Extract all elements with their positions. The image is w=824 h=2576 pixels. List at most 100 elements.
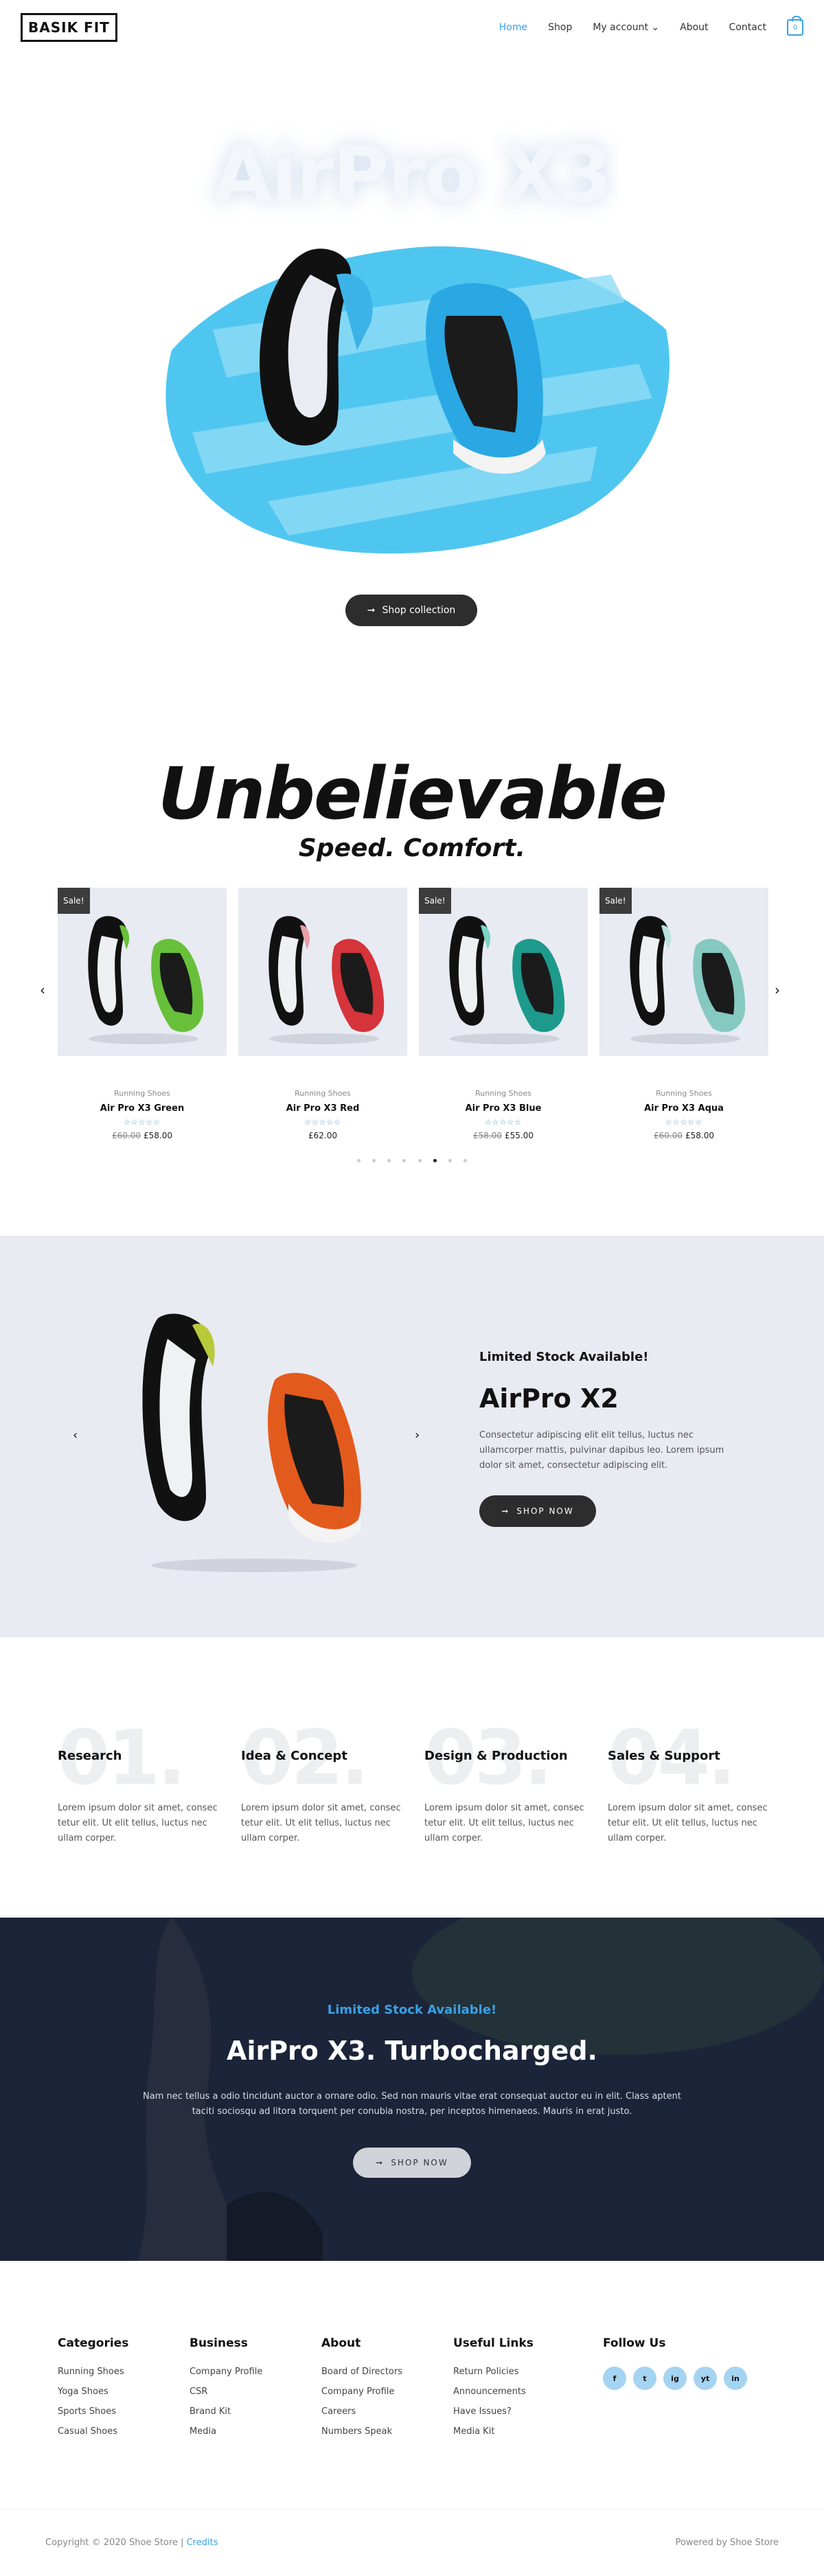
current-price: £55.00 xyxy=(505,1131,534,1140)
footer-link[interactable]: Sports Shoes xyxy=(58,2406,128,2417)
nav-my-account-label: My account xyxy=(593,22,648,33)
footer-link[interactable]: Casual Shoes xyxy=(58,2426,128,2437)
shop-collection-label: Shop collection xyxy=(382,605,456,616)
nav-home[interactable]: Home xyxy=(499,22,527,33)
footer-link[interactable]: Company Profile xyxy=(321,2387,402,2397)
footer-column-categories: Categories Running Shoes Yoga Shoes Spor… xyxy=(58,2336,128,2446)
chevron-down-icon: ⌄ xyxy=(651,22,660,33)
chevron-right-icon[interactable]: › xyxy=(775,982,780,998)
carousel-dot[interactable] xyxy=(448,1159,452,1162)
step-title: Sales & Support xyxy=(608,1749,720,1763)
footer-link[interactable]: Careers xyxy=(321,2406,402,2417)
nav-my-account[interactable]: My account ⌄ xyxy=(593,22,659,33)
star-rating: ☆☆☆☆☆ xyxy=(304,1118,342,1127)
product-carousel: Sale! Running Shoes Air Pro X3 Green ☆☆☆… xyxy=(58,888,768,1140)
product-category: Running Shoes xyxy=(295,1089,351,1098)
carousel-dot[interactable] xyxy=(402,1159,407,1162)
product-price: £60.00 £58.00 xyxy=(58,1131,227,1140)
product-image[interactable]: Sale! xyxy=(58,888,227,1056)
footer-link[interactable]: Brand Kit xyxy=(190,2406,262,2417)
linkedin-icon[interactable]: in xyxy=(724,2367,747,2390)
footer-link[interactable]: Yoga Shoes xyxy=(58,2387,128,2397)
social-links: f t ig yt in xyxy=(603,2367,747,2390)
arrow-right-icon: ➞ xyxy=(501,1506,510,1516)
footer-link[interactable]: Media xyxy=(190,2426,262,2437)
footer-link[interactable]: Announcements xyxy=(453,2387,534,2397)
x2-shop-now-label: SHOP NOW xyxy=(516,1506,574,1516)
product-name[interactable]: Air Pro X3 Green xyxy=(58,1103,227,1114)
nav-about[interactable]: About xyxy=(680,22,708,33)
chevron-left-icon[interactable]: ‹ xyxy=(40,982,45,998)
x2-title: AirPro X2 xyxy=(479,1383,619,1414)
product-category: Running Shoes xyxy=(656,1089,712,1098)
sale-badge: Sale! xyxy=(58,888,90,914)
site-logo[interactable]: BASIK FIT xyxy=(21,13,117,42)
featured-products-section: Unbelievable Speed. Comfort. ‹ › Sale! R… xyxy=(0,645,824,1236)
carousel-dot[interactable] xyxy=(372,1159,376,1162)
footer-link[interactable]: Board of Directors xyxy=(321,2367,402,2377)
nav-shop[interactable]: Shop xyxy=(548,22,572,33)
twitter-icon[interactable]: t xyxy=(633,2367,656,2390)
carousel-dot[interactable] xyxy=(463,1159,467,1162)
sale-badge: Sale! xyxy=(599,888,632,914)
chevron-right-icon[interactable]: › xyxy=(415,1428,420,1442)
footer-follow-us: Follow Us f t ig yt in xyxy=(603,2336,747,2390)
step-text: Lorem ipsum dolor sit amet, consec tetur… xyxy=(424,1803,584,1843)
carousel-dot[interactable] xyxy=(387,1159,391,1162)
product-image[interactable]: Sale! xyxy=(419,888,588,1056)
shop-collection-button[interactable]: ➞ Shop collection xyxy=(345,595,477,626)
process-steps-section: 01. Research Lorem ipsum dolor sit amet,… xyxy=(0,1637,824,1918)
product-card[interactable]: Sale! Running Shoes Air Pro X3 Green ☆☆☆… xyxy=(58,888,227,1140)
step-title: Design & Production xyxy=(424,1749,568,1763)
footer-link[interactable]: Numbers Speak xyxy=(321,2426,402,2437)
youtube-icon[interactable]: yt xyxy=(694,2367,717,2390)
product-card[interactable]: Sale! Running Shoes Air Pro X3 Blue ☆☆☆☆… xyxy=(419,888,588,1140)
footer-link[interactable]: CSR xyxy=(190,2387,262,2397)
step-text: Lorem ipsum dolor sit amet, consec tetur… xyxy=(608,1803,768,1843)
instagram-icon[interactable]: ig xyxy=(663,2367,687,2390)
product-name[interactable]: Air Pro X3 Aqua xyxy=(599,1103,768,1114)
hero-shoes-image xyxy=(165,246,670,554)
product-name[interactable]: Air Pro X3 Red xyxy=(238,1103,407,1114)
chevron-left-icon[interactable]: ‹ xyxy=(73,1428,78,1442)
product-category: Running Shoes xyxy=(475,1089,531,1098)
credits-link[interactable]: Credits xyxy=(187,2538,218,2548)
footer-column-about: About Board of Directors Company Profile… xyxy=(321,2336,402,2446)
step-title: Research xyxy=(58,1749,122,1763)
footer-link[interactable]: Running Shoes xyxy=(58,2367,128,2377)
current-price: £62.00 xyxy=(308,1131,337,1140)
nav-contact[interactable]: Contact xyxy=(729,22,766,33)
old-price: £58.00 xyxy=(473,1131,502,1140)
x2-shop-now-button[interactable]: ➞ SHOP NOW xyxy=(479,1495,596,1527)
star-rating: ☆☆☆☆☆ xyxy=(484,1118,523,1127)
star-rating: ☆☆☆☆☆ xyxy=(123,1118,161,1127)
footer-column-title: Categories xyxy=(58,2336,129,2350)
featured-title: Unbelievable xyxy=(158,752,667,836)
footer-column-title: About xyxy=(321,2336,361,2350)
product-name[interactable]: Air Pro X3 Blue xyxy=(419,1103,588,1114)
footer-link[interactable]: Media Kit xyxy=(453,2426,534,2437)
footer-link[interactable]: Company Profile xyxy=(190,2367,262,2377)
product-card[interactable]: Sale! Running Shoes Air Pro X3 Aqua ☆☆☆☆… xyxy=(599,888,768,1140)
footer-link[interactable]: Have Issues? xyxy=(453,2406,534,2417)
main-nav: Home Shop My account ⌄ About Contact 0 xyxy=(499,16,803,36)
turbo-text: Nam nec tellus a odio tincidunt auctor a… xyxy=(143,2091,681,2117)
product-image[interactable]: Sale! xyxy=(599,888,768,1056)
turbo-shop-now-button[interactable]: ➞ SHOP NOW xyxy=(353,2148,471,2178)
airpro-x2-section: ‹ › Limited Stock Available! AirPro X2 C… xyxy=(0,1236,824,1637)
carousel-dot[interactable] xyxy=(417,1159,422,1162)
facebook-icon[interactable]: f xyxy=(603,2367,626,2390)
footer-link[interactable]: Return Policies xyxy=(453,2367,534,2377)
site-header: BASIK FIT Home Shop My account ⌄ About C… xyxy=(0,0,824,55)
product-image[interactable] xyxy=(238,888,407,1056)
turbo-kicker: Limited Stock Available! xyxy=(327,2003,497,2017)
carousel-dot-active[interactable] xyxy=(433,1159,437,1162)
footer-column-title: Business xyxy=(190,2336,248,2350)
cart-icon[interactable]: 0 xyxy=(787,16,803,36)
star-rating: ☆☆☆☆☆ xyxy=(665,1118,703,1127)
carousel-dot[interactable] xyxy=(357,1159,361,1162)
product-card[interactable]: Running Shoes Air Pro X3 Red ☆☆☆☆☆ £62.0… xyxy=(238,888,407,1140)
step-text: Lorem ipsum dolor sit amet, consec tetur… xyxy=(241,1803,401,1843)
x2-kicker: Limited Stock Available! xyxy=(479,1350,649,1364)
product-price: £58.00 £55.00 xyxy=(419,1131,588,1140)
